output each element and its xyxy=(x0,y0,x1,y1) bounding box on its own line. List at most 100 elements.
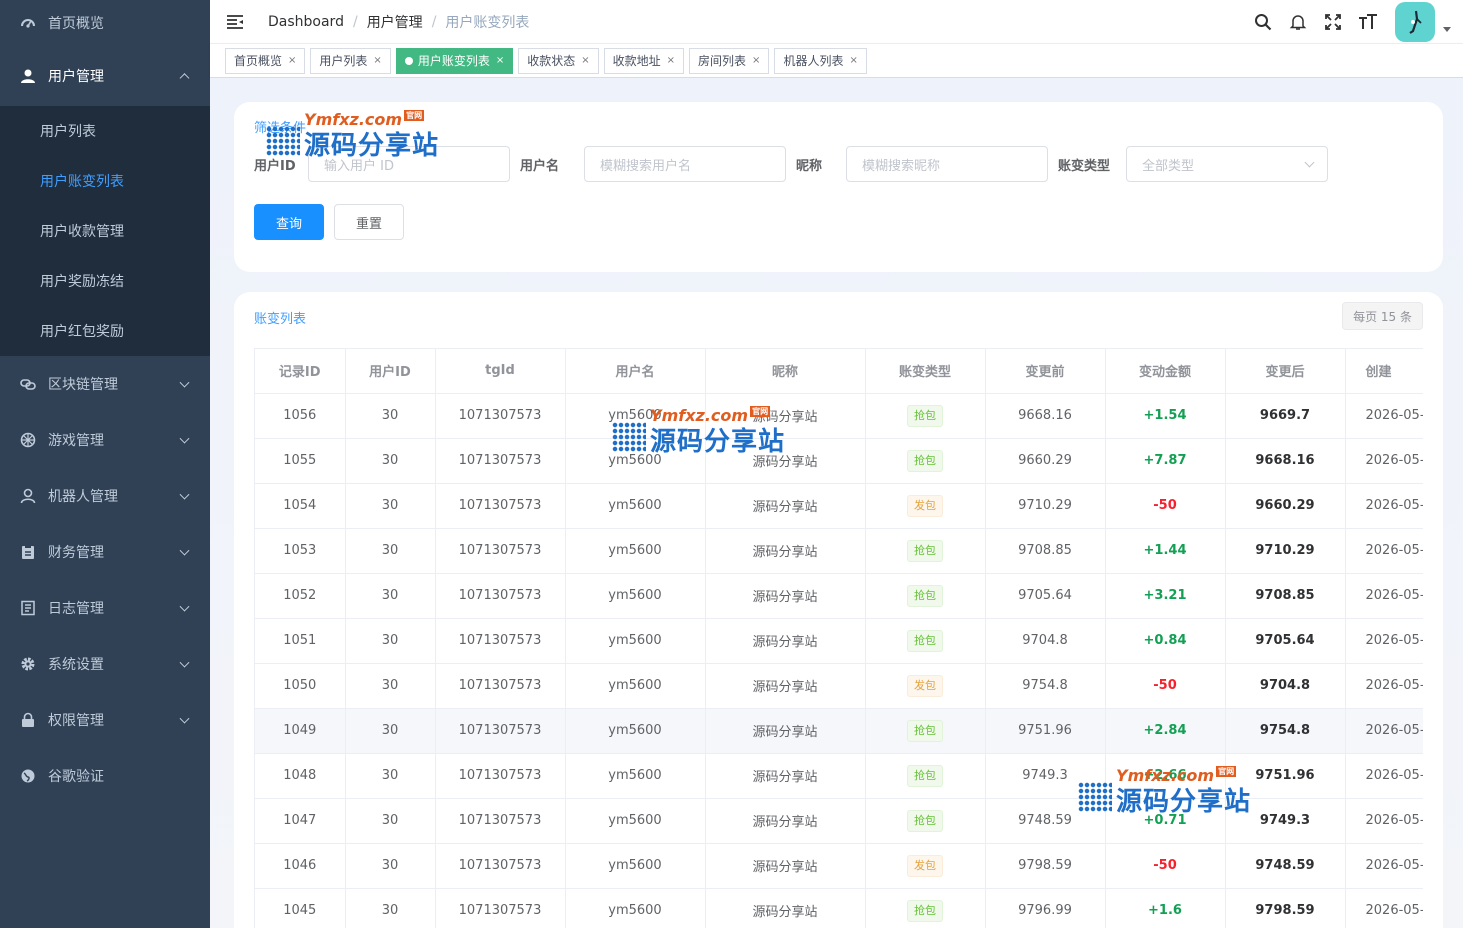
filter-title: 筛选条件 xyxy=(254,121,307,136)
cell-username: ym5600 xyxy=(565,798,706,844)
cell-after: 9798.59 xyxy=(1225,888,1346,928)
reset-button[interactable]: 重置 xyxy=(334,204,404,240)
cell-before: 9749.3 xyxy=(985,753,1106,799)
cell-user-id: 30 xyxy=(345,663,436,709)
font-size-icon[interactable] xyxy=(1350,0,1385,44)
type-badge: 抢包 xyxy=(907,584,943,607)
search-button[interactable]: 查询 xyxy=(254,204,324,240)
submenu-item-user-balance-changes[interactable]: 用户账变列表 xyxy=(0,156,210,206)
tag-user-balance-changes[interactable]: 用户账变列表 × xyxy=(395,47,514,74)
menu-item-game[interactable]: 游戏管理 xyxy=(0,412,210,468)
cell-username: ym5600 xyxy=(565,573,706,619)
breadcrumb-dashboard[interactable]: Dashboard xyxy=(268,14,344,30)
breadcrumb-user-management[interactable]: 用户管理 xyxy=(367,12,423,32)
cell-user-id: 30 xyxy=(345,753,436,799)
table-row[interactable]: 1054 30 1071307573 ym5600 源码分享站 发包 9710.29 -50 9… xyxy=(255,483,1423,529)
caret-down-icon[interactable] xyxy=(1443,26,1451,32)
cell-created: 2026-05- xyxy=(1345,528,1423,574)
type-badge: 发包 xyxy=(907,854,943,877)
col-header: 昵称 xyxy=(705,349,866,394)
table-row[interactable]: 1051 30 1071307573 ym5600 源码分享站 抢包 9704.8 +0.84… xyxy=(255,618,1423,664)
menu-item-google-auth[interactable]: 谷歌验证 xyxy=(0,748,210,804)
menu-item-log[interactable]: 日志管理 xyxy=(0,580,210,636)
tag-dashboard[interactable]: 首页概览 × xyxy=(225,47,306,74)
menu-item-settings[interactable]: 系统设置 xyxy=(0,636,210,692)
close-icon[interactable]: × xyxy=(667,55,675,66)
col-header: 变更前 xyxy=(985,349,1106,394)
cell-before: 9708.85 xyxy=(985,528,1106,574)
tag-robot-list[interactable]: 机器人列表 × xyxy=(774,47,867,74)
tag-payment-status[interactable]: 收款状态 × xyxy=(518,47,599,74)
cell-tgid: 1071307573 xyxy=(435,843,566,889)
cell-username: ym5600 xyxy=(565,843,706,889)
submenu-item-user-redpacket[interactable]: 用户红包奖励 xyxy=(0,306,210,356)
close-icon[interactable]: × xyxy=(288,55,296,66)
tag-user-list[interactable]: 用户列表 × xyxy=(310,47,391,74)
menu-item-permissions[interactable]: 权限管理 xyxy=(0,692,210,748)
submenu-item-user-list[interactable]: 用户列表 xyxy=(0,106,210,156)
cell-nickname: 源码分享站 xyxy=(705,438,866,484)
robot-icon xyxy=(20,488,36,504)
table-row[interactable]: 1047 30 1071307573 ym5600 源码分享站 抢包 9748.59 +0.7… xyxy=(255,798,1423,844)
close-icon[interactable]: × xyxy=(581,55,589,66)
cell-before: 9796.99 xyxy=(985,888,1106,928)
table-row[interactable]: 1046 30 1071307573 ym5600 源码分享站 发包 9798.59 -50 9… xyxy=(255,843,1423,889)
cell-before: 9748.59 xyxy=(985,798,1106,844)
col-header: 创建 xyxy=(1345,349,1423,394)
table-row[interactable]: 1052 30 1071307573 ym5600 源码分享站 抢包 9705.64 +3.2… xyxy=(255,573,1423,619)
menu-label: 首页概览 xyxy=(48,16,104,32)
nickname-input[interactable]: 模糊搜索昵称 xyxy=(846,146,1048,182)
table-row[interactable]: 1045 30 1071307573 ym5600 源码分享站 抢包 9796.99 +1.6… xyxy=(255,888,1423,928)
cell-created: 2026-05- xyxy=(1345,618,1423,664)
gear-icon xyxy=(20,656,36,672)
menu-item-finance[interactable]: 财务管理 xyxy=(0,524,210,580)
cell-nickname: 源码分享站 xyxy=(705,798,866,844)
close-icon[interactable]: × xyxy=(496,55,504,66)
cell-tgid: 1071307573 xyxy=(435,798,566,844)
change-type-select[interactable]: 全部类型 xyxy=(1126,146,1328,182)
cell-type: 抢包 xyxy=(865,528,986,574)
close-icon[interactable]: × xyxy=(752,55,760,66)
menu-item-user-management[interactable]: 用户管理 xyxy=(0,46,210,106)
avatar[interactable] xyxy=(1395,2,1435,42)
cell-nickname: 源码分享站 xyxy=(705,843,866,889)
table-row[interactable]: 1056 30 1071307573 ym5600 源码分享站 抢包 9668.16 +1.5… xyxy=(255,393,1423,439)
cell-user-id: 30 xyxy=(345,528,436,574)
table-row[interactable]: 1048 30 1071307573 ym5600 源码分享站 抢包 9749.3 +2.66… xyxy=(255,753,1423,799)
table-row[interactable]: 1055 30 1071307573 ym5600 源码分享站 抢包 9660.29 +7.8… xyxy=(255,438,1423,484)
sidebar: 首页概览 用户管理 用户列表 用户账变列表 用户收款管理 用户奖励冻结 用户红包… xyxy=(0,0,210,928)
submenu-item-user-payment[interactable]: 用户收款管理 xyxy=(0,206,210,256)
chevron-down-icon xyxy=(179,545,190,556)
globe-icon xyxy=(20,768,36,784)
cell-tgid: 1071307573 xyxy=(435,573,566,619)
submenu-item-user-reward-freeze[interactable]: 用户奖励冻结 xyxy=(0,256,210,306)
menu-item-blockchain[interactable]: 区块链管理 xyxy=(0,356,210,412)
menu-item-robot[interactable]: 机器人管理 xyxy=(0,468,210,524)
cell-tgid: 1071307573 xyxy=(435,708,566,754)
tag-payment-address[interactable]: 收款地址 × xyxy=(603,47,685,74)
cell-user-id: 30 xyxy=(345,843,436,889)
table-row[interactable]: 1050 30 1071307573 ym5600 源码分享站 发包 9754.8 -50 97… xyxy=(255,663,1423,709)
bell-icon[interactable] xyxy=(1280,0,1315,44)
menu-item-dashboard[interactable]: 首页概览 xyxy=(0,0,210,46)
cell-user-id: 30 xyxy=(345,708,436,754)
fullscreen-icon[interactable] xyxy=(1315,0,1350,44)
user-id-input[interactable]: 输入用户 ID xyxy=(308,146,510,182)
hamburger-icon[interactable] xyxy=(210,0,260,44)
type-badge: 发包 xyxy=(907,674,943,697)
search-icon[interactable] xyxy=(1245,0,1280,44)
close-icon[interactable]: × xyxy=(373,55,381,66)
cell-user-id: 30 xyxy=(345,573,436,619)
cell-record-id: 1051 xyxy=(255,618,346,664)
col-header: 记录ID xyxy=(255,349,346,394)
table-row[interactable]: 1049 30 1071307573 ym5600 源码分享站 抢包 9751.96 +2.8… xyxy=(255,708,1423,754)
username-input[interactable]: 模糊搜索用户名 xyxy=(584,146,786,182)
table-row[interactable]: 1053 30 1071307573 ym5600 源码分享站 抢包 9708.85 +1.4… xyxy=(255,528,1423,574)
chevron-down-icon xyxy=(179,433,190,444)
cell-amount: +2.66 xyxy=(1105,753,1226,799)
cell-username: ym5600 xyxy=(565,483,706,529)
cell-after: 9668.16 xyxy=(1225,438,1346,484)
close-icon[interactable]: × xyxy=(849,55,857,66)
chevron-down-icon xyxy=(179,657,190,668)
tag-room-list[interactable]: 房间列表 × xyxy=(689,47,770,74)
